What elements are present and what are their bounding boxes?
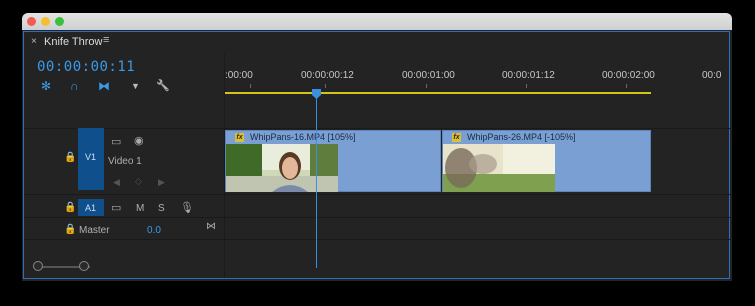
next-keyframe-icon[interactable]: ▶ [158, 177, 165, 188]
playhead-timecode[interactable]: 00:00:00:11 [37, 59, 135, 75]
timeline-panel: × Knife Throw ≡ 00:00:00:11 ✻ ∩ ⧓ ▼ 🔧 :0… [23, 31, 731, 279]
work-area-bar[interactable] [225, 92, 651, 94]
track-separator [24, 128, 731, 129]
microphone-icon[interactable]: 🎙 [180, 201, 194, 214]
fx-badge-icon: fx [452, 133, 461, 142]
eye-icon[interactable]: ◉ [134, 134, 144, 147]
clip-name: WhipPans-16.MP4 [105%] [250, 132, 356, 142]
add-keyframe-icon[interactable]: ◇ [135, 176, 142, 187]
ruler-tick-label: 00:00:02:00 [602, 70, 655, 81]
add-marker-icon[interactable]: ▼ [131, 81, 140, 91]
mute-track-button[interactable]: M [136, 203, 144, 214]
ruler-tick-mark [250, 84, 251, 88]
go-to-ends-icon[interactable]: ⋈ [206, 221, 216, 232]
video-clip[interactable]: fx WhipPans-26.MP4 [-105%] [442, 130, 651, 192]
snap-magnet-icon[interactable]: ∩ [70, 79, 79, 93]
lock-track-icon[interactable]: 🔒 [64, 224, 76, 235]
zoom-handle-left[interactable] [33, 261, 43, 271]
clip-thumbnail [226, 144, 338, 192]
lock-track-icon[interactable]: 🔒 [64, 152, 76, 163]
close-tab-icon[interactable]: × [31, 36, 37, 47]
clip-name: WhipPans-26.MP4 [-105%] [467, 132, 576, 142]
sync-lock-icon[interactable]: ▭ [111, 135, 121, 148]
app-window: × Knife Throw ≡ 00:00:00:11 ✻ ∩ ⧓ ▼ 🔧 :0… [22, 13, 732, 281]
ruler-tick-label: :00:00 [225, 70, 253, 81]
panel-tab-bar: × Knife Throw ≡ [24, 32, 729, 52]
ruler-tick-label: 00:00:01:12 [502, 70, 555, 81]
track-separator [24, 194, 731, 195]
sync-lock-icon[interactable]: ▭ [111, 201, 121, 214]
fx-badge-icon: fx [235, 133, 244, 142]
ruler-tick-mark [626, 84, 627, 88]
track-separator [24, 217, 731, 218]
sequence-tab-title[interactable]: Knife Throw [44, 36, 103, 48]
ruler-tick-label: 00:00:00:12 [301, 70, 354, 81]
track-separator [24, 239, 731, 240]
window-titlebar [22, 13, 732, 30]
clip-header: fx WhipPans-26.MP4 [-105%] [443, 131, 650, 144]
clip-thumbnail [443, 144, 555, 192]
lock-track-icon[interactable]: 🔒 [64, 202, 76, 213]
solo-track-button[interactable]: S [158, 203, 165, 214]
v1-track-name: Video 1 [108, 156, 142, 167]
playhead-handle[interactable] [312, 89, 321, 99]
minimize-window-button[interactable] [41, 17, 50, 26]
ruler-tick-mark [325, 84, 326, 88]
playhead-line[interactable] [316, 98, 317, 268]
a1-track-id: A1 [85, 203, 97, 213]
ruler-tick-mark [426, 84, 427, 88]
close-window-button[interactable] [27, 17, 36, 26]
insert-sequence-icon[interactable]: ✻ [41, 79, 51, 93]
linked-selection-icon[interactable]: ⧓ [98, 79, 110, 93]
ruler-tick-label: 00:00:01:00 [402, 70, 455, 81]
prev-keyframe-icon[interactable]: ◀ [113, 177, 120, 188]
video-clip[interactable]: fx WhipPans-16.MP4 [105%] [225, 130, 441, 192]
ruler-tick-label: 00:0 [702, 70, 722, 81]
master-volume-value[interactable]: 0.0 [147, 225, 161, 236]
wrench-icon[interactable]: 🔧 [156, 79, 170, 92]
ruler-tick-mark [526, 84, 527, 88]
zoom-window-button[interactable] [55, 17, 64, 26]
zoom-handle-right[interactable] [79, 261, 89, 271]
clip-header: fx WhipPans-16.MP4 [105%] [226, 131, 440, 144]
panel-menu-icon[interactable]: ≡ [103, 34, 109, 46]
master-track-name: Master [79, 225, 110, 236]
v1-track-id: V1 [85, 152, 97, 162]
